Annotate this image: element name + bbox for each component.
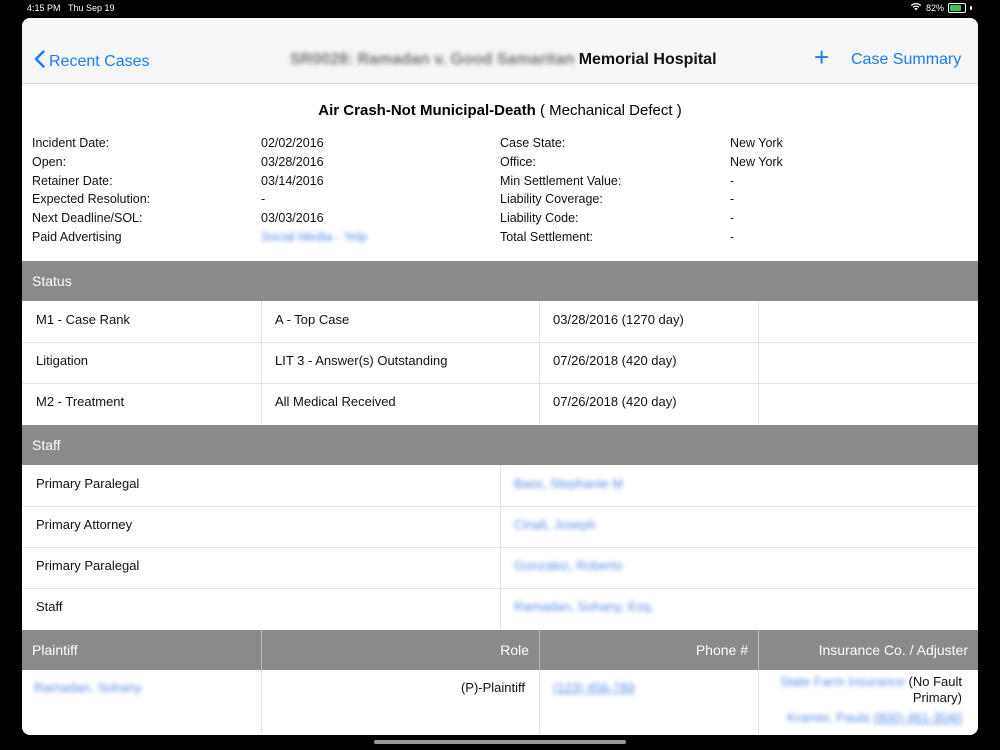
- detail-label: Retainer Date:: [32, 174, 113, 188]
- staff-row[interactable]: Staff Ramadan, Sohany, Esq.: [22, 588, 978, 629]
- detail-label: Open:: [32, 155, 67, 169]
- back-button-label: Recent Cases: [49, 52, 150, 70]
- detail-label: Liability Coverage:: [500, 192, 603, 206]
- battery-cap: [970, 5, 972, 10]
- title-redacted: SR0028: Ramadan v. Good Samaritan: [290, 51, 575, 68]
- status-value: All Medical Received: [275, 394, 396, 409]
- staff-section-header: Staff: [22, 425, 978, 465]
- staff-person-link[interactable]: Ramadan, Sohany, Esq.: [514, 599, 654, 614]
- detail-value: 03/03/2016: [261, 211, 324, 225]
- staff-role: Primary Paralegal: [36, 476, 140, 491]
- staff-row[interactable]: Primary Paralegal Bass, Stephanie M: [22, 465, 978, 507]
- staff-row[interactable]: Primary Attorney Cinali, Joseph: [22, 506, 978, 548]
- staff-role: Primary Paralegal: [36, 558, 140, 573]
- detail-label: Liability Code:: [500, 211, 579, 225]
- battery-percent: 82%: [925, 2, 944, 13]
- chevron-left-icon: [34, 50, 45, 73]
- staff-person-link[interactable]: Gonzalez, Roberto: [514, 558, 622, 573]
- detail-value: -: [730, 230, 735, 244]
- app-window: Recent Cases SR0028: Ramadan v. Good Sam…: [22, 18, 978, 735]
- status-name: M1 - Case Rank: [36, 312, 130, 327]
- case-heading: Air Crash-Not Municipal-Death ( Mechanic…: [22, 102, 978, 119]
- staff-row[interactable]: Primary Paralegal Gonzalez, Roberto: [22, 547, 978, 589]
- status-row[interactable]: M1 - Case Rank A - Top Case 03/28/2016 (…: [22, 301, 978, 343]
- battery-icon: [948, 2, 966, 13]
- staff-person-link[interactable]: Cinali, Joseph: [514, 517, 596, 532]
- status-value: A - Top Case: [275, 312, 350, 327]
- section-title: Status: [32, 273, 72, 289]
- status-bar: 4:15 PM Thu Sep 19 82%: [0, 0, 1000, 16]
- title-visible: Memorial Hospital: [578, 51, 717, 68]
- detail-label: Min Settlement Value:: [500, 174, 622, 188]
- status-row[interactable]: M2 - Treatment All Medical Received 07/2…: [22, 383, 978, 424]
- plaintiff-row[interactable]: Ramadan, Sohany (P)-Plaintiff (123) 456-…: [22, 670, 978, 735]
- detail-value: -: [261, 192, 266, 206]
- insurance-cell: State Farm Insurance (No Fault Primary): [772, 674, 962, 706]
- detail-value: -: [730, 174, 735, 188]
- adjuster-cell: Kramer, Paula (800) 461-3040: [787, 710, 962, 725]
- paid-advertising-link[interactable]: Social Media - Yelp: [261, 230, 367, 244]
- wifi-icon: [910, 2, 922, 13]
- back-button[interactable]: Recent Cases: [34, 50, 150, 73]
- case-summary-button[interactable]: Case Summary: [851, 51, 961, 69]
- status-name: M2 - Treatment: [36, 394, 125, 409]
- detail-value: New York: [730, 136, 783, 150]
- detail-value: 03/14/2016: [261, 174, 324, 188]
- detail-value: 03/28/2016: [261, 155, 324, 169]
- status-date: 07/26/2018 (420 day): [553, 394, 677, 409]
- home-indicator[interactable]: [374, 740, 626, 744]
- status-row[interactable]: Litigation LIT 3 - Answer(s) Outstanding…: [22, 342, 978, 384]
- adjuster-name-link[interactable]: Kramer, Paula: [787, 710, 869, 725]
- header-insurance: Insurance Co. / Adjuster: [818, 642, 968, 658]
- status-date: Thu Sep 19: [68, 3, 115, 13]
- adjuster-phone-link[interactable]: (800) 461-3040: [873, 710, 962, 725]
- insurance-company-link[interactable]: State Farm Insurance: [780, 674, 905, 689]
- detail-label: Next Deadline/SOL:: [32, 211, 143, 225]
- staff-role: Staff: [36, 599, 63, 614]
- status-date: 07/26/2018 (420 day): [553, 353, 677, 368]
- detail-value: 02/02/2016: [261, 136, 324, 150]
- case-subtype: ( Mechanical Defect ): [539, 102, 682, 119]
- staff-role: Primary Attorney: [36, 517, 133, 532]
- header-phone: Phone #: [695, 642, 748, 658]
- insurance-type: (No Fault Primary): [908, 674, 962, 705]
- plaintiff-phone-link[interactable]: (123) 456-789: [553, 680, 635, 695]
- detail-value: -: [730, 192, 735, 206]
- detail-label: Paid Advertising: [32, 230, 122, 244]
- plaintiff-table-header: Plaintiff Role Phone # Insurance Co. / A…: [22, 630, 978, 670]
- plus-icon[interactable]: +: [814, 44, 829, 70]
- detail-label: Office:: [500, 155, 536, 169]
- status-date: 03/28/2016 (1270 day): [553, 312, 684, 327]
- plaintiff-name-link[interactable]: Ramadan, Sohany: [34, 680, 142, 695]
- status-name: Litigation: [36, 353, 89, 368]
- detail-label: Total Settlement:: [500, 230, 594, 244]
- detail-label: Case State:: [500, 136, 566, 150]
- detail-value: New York: [730, 155, 783, 169]
- status-value: LIT 3 - Answer(s) Outstanding: [275, 353, 448, 368]
- status-right: 82%: [910, 2, 972, 13]
- navigation-bar: Recent Cases SR0028: Ramadan v. Good Sam…: [22, 18, 978, 84]
- detail-label: Incident Date:: [32, 136, 110, 150]
- status-section-header: Status: [22, 261, 978, 301]
- detail-label: Expected Resolution:: [32, 192, 151, 206]
- page-title: SR0028: Ramadan v. Good Samaritan Memori…: [290, 51, 717, 69]
- staff-person-link[interactable]: Bass, Stephanie M: [514, 476, 623, 491]
- status-time: 4:15 PM: [27, 3, 61, 13]
- detail-value: -: [730, 211, 735, 225]
- header-role: Role: [500, 642, 529, 658]
- case-type: Air Crash-Not Municipal-Death: [318, 102, 536, 119]
- section-title: Staff: [32, 437, 61, 453]
- plaintiff-role: (P)-Plaintiff: [460, 680, 525, 695]
- header-plaintiff: Plaintiff: [32, 642, 78, 658]
